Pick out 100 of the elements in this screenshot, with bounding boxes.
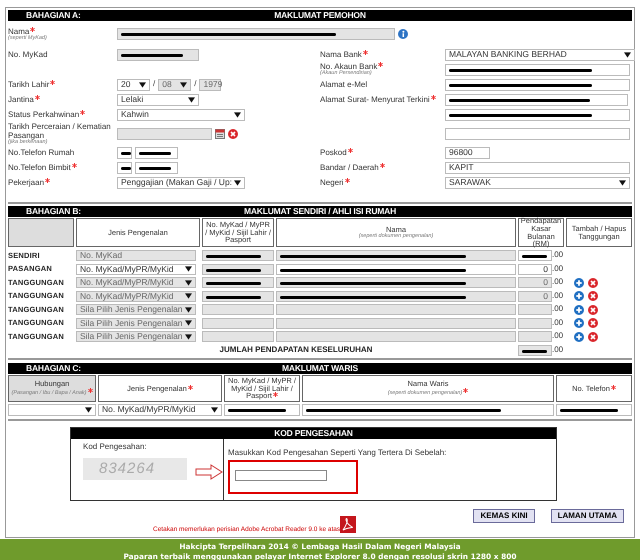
caret-icon — [619, 180, 626, 186]
decimal-text: .00 — [552, 264, 564, 274]
decimal-text: .00 — [552, 318, 564, 328]
text-field[interactable] — [302, 404, 554, 416]
add-icon[interactable] — [574, 318, 584, 328]
text-field[interactable] — [445, 94, 628, 106]
separator-text: / — [194, 80, 196, 89]
delete-icon[interactable] — [588, 332, 598, 342]
redaction-mark — [228, 409, 286, 412]
dropdown[interactable]: MALAYAN BANKING BERHAD — [445, 48, 635, 60]
decimal-text: .00 — [552, 332, 564, 342]
redaction-mark — [121, 54, 184, 56]
section-title: MAKLUMAT WARIS — [281, 363, 359, 374]
text-field[interactable] — [224, 404, 300, 416]
text-field[interactable] — [445, 78, 630, 90]
add-icon[interactable] — [574, 278, 584, 288]
text-field[interactable] — [135, 162, 178, 174]
delete-icon[interactable] — [588, 318, 598, 328]
calendar-icon[interactable] — [215, 128, 225, 138]
field-label: No. MyKad — [8, 50, 48, 59]
section-number: BAHAGIAN B: — [25, 206, 82, 217]
section-title: MAKLUMAT SENDIRI / AHLI ISI RUMAH — [242, 206, 398, 217]
text-field[interactable] — [117, 162, 132, 174]
caret-icon — [234, 112, 241, 118]
section-title: MAKLUMAT PEMOHON — [273, 10, 367, 21]
section-number: BAHAGIAN C: — [25, 363, 82, 374]
dropdown[interactable]: SARAWAK — [445, 176, 630, 188]
field-label: Bandar / Daerah — [320, 163, 379, 172]
captcha-image: 834264 — [83, 458, 187, 480]
redaction-mark — [121, 152, 132, 154]
action-button[interactable]: KEMAS KINI — [473, 509, 535, 523]
text-field[interactable] — [445, 128, 630, 140]
redaction-mark — [121, 166, 132, 170]
field-label: Nama Bank — [320, 50, 362, 59]
decimal-text: .00 — [552, 278, 564, 288]
instruction-text: Masukkan Kod Pengesahan Seperti Yang Tertera Di Sebelah: — [228, 449, 448, 458]
delete-icon[interactable] — [588, 278, 598, 288]
delete-icon[interactable] — [228, 128, 238, 138]
decimal-text: .00 — [552, 251, 564, 260]
text-field[interactable]: 96800 — [445, 146, 490, 158]
field-label: No.Telefon Rumah — [8, 148, 74, 157]
caret-icon — [139, 82, 146, 88]
field-label: Kod Pengesahan: — [83, 443, 148, 452]
dropdown[interactable]: No. MyKad/MyPR/MyKid — [98, 404, 222, 416]
text-field[interactable]: 0 — [518, 264, 552, 275]
info-icon[interactable] — [398, 29, 408, 39]
delete-icon[interactable] — [588, 291, 598, 302]
field-label: Negeri — [320, 178, 344, 187]
redaction-mark — [522, 255, 547, 258]
dropdown[interactable]: Penggajian (Makan Gaji / Up: — [117, 176, 245, 188]
caret-icon — [624, 52, 631, 58]
field-label: Jantina — [8, 95, 34, 104]
delete-icon[interactable] — [588, 304, 598, 315]
text-field[interactable] — [276, 264, 516, 275]
section-number: BAHAGIAN A: — [25, 10, 82, 21]
field-label: Nama — [8, 26, 30, 36]
text-field[interactable] — [556, 404, 632, 416]
field-label: Tarikh Perceraian / Kematian Pasangan — [8, 122, 111, 140]
action-button[interactable]: LAMAN UTAMA — [550, 509, 624, 523]
text-field[interactable] — [445, 64, 630, 76]
decimal-text: .00 — [552, 346, 564, 355]
field-label: Alamat e-Mel — [320, 80, 368, 89]
text-field[interactable] — [445, 108, 630, 120]
arrow-icon — [195, 464, 223, 480]
redaction-mark — [139, 166, 171, 170]
text-field[interactable]: KAPIT — [445, 162, 630, 174]
text-field[interactable] — [135, 146, 178, 158]
caret-icon — [188, 96, 195, 102]
field-label: Tarikh Lahir — [8, 80, 50, 89]
field-label: Status Perkahwinan — [8, 110, 80, 119]
field-label: No.Telefon Bimbit — [8, 163, 71, 172]
caret-icon — [234, 180, 241, 186]
code-input[interactable] — [235, 470, 327, 481]
redaction-mark — [139, 152, 171, 154]
dropdown[interactable]: Lelaki — [117, 94, 199, 106]
dropdown[interactable]: 20 — [117, 78, 150, 90]
section-title: KOD PENGESAHAN — [273, 428, 354, 439]
caret-icon — [85, 407, 92, 413]
redaction-mark — [522, 350, 547, 353]
add-icon[interactable] — [574, 291, 584, 302]
text-field[interactable] — [518, 250, 552, 262]
total-label: JUMLAH PENDAPATAN KESELURUHAN — [218, 346, 374, 355]
add-icon[interactable] — [574, 304, 584, 315]
pdf-icon[interactable] — [340, 516, 356, 533]
field-label: Pekerjaan — [8, 178, 44, 187]
redaction-mark — [206, 268, 261, 272]
redaction-mark — [206, 282, 261, 286]
field-label: No. Akaun Bank — [320, 62, 378, 72]
add-icon[interactable] — [574, 332, 584, 342]
dropdown[interactable]: Kahwin — [117, 108, 245, 120]
redaction-mark — [206, 296, 261, 299]
decimal-text: .00 — [552, 305, 564, 314]
dropdown[interactable]: No. MyKad/MyPR/MyKid — [76, 264, 196, 275]
separator-text: / — [153, 80, 156, 89]
redaction-mark — [560, 409, 618, 412]
text-field[interactable] — [117, 146, 132, 158]
field-label: Poskod — [320, 148, 347, 157]
caret-icon — [180, 82, 188, 88]
redaction-mark — [206, 255, 261, 258]
header-cell — [8, 218, 74, 247]
